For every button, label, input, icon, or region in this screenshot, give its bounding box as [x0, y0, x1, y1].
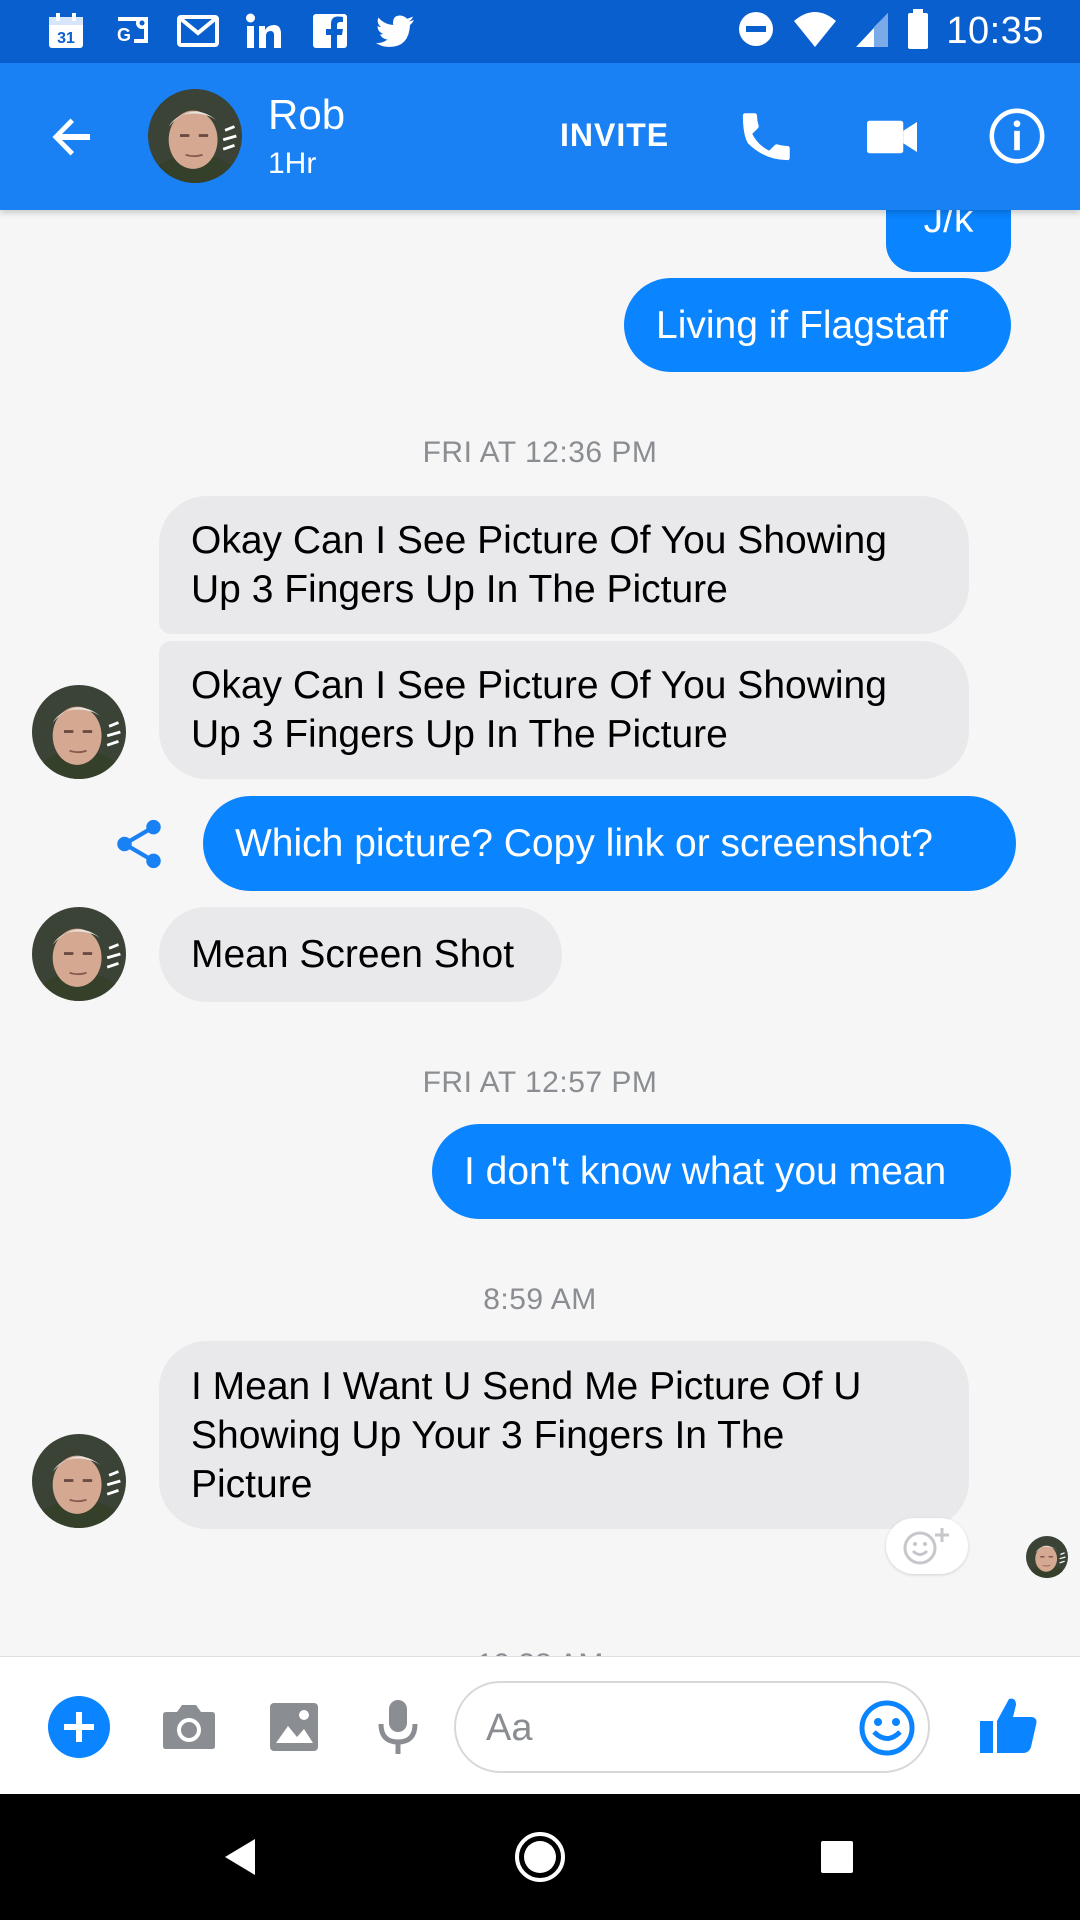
message-text: Showing Up Your 3 Fingers In The — [191, 1413, 785, 1457]
message-outgoing[interactable]: I don't know what you mean — [432, 1124, 1011, 1219]
conversation-header: Rob 1Hr INVITE — [0, 63, 1080, 210]
message-input[interactable] — [486, 1703, 826, 1753]
message-input-container[interactable] — [454, 1681, 930, 1773]
message-outgoing[interactable]: Living if Flagstaff — [624, 278, 1011, 372]
message-composer — [0, 1656, 1080, 1794]
message-text: I don't know what you mean — [464, 1150, 947, 1193]
message-text: Up 3 Fingers Up In The Picture — [191, 568, 728, 611]
cell-signal-icon — [854, 9, 890, 54]
phone-icon[interactable] — [736, 107, 796, 167]
timestamp: 8:59 AM — [483, 1283, 597, 1316]
thumbs-up-icon[interactable] — [974, 1691, 1044, 1761]
sender-avatar[interactable] — [32, 685, 126, 779]
linkedin-icon — [242, 10, 286, 52]
message-incoming[interactable]: Okay Can I See Picture Of You Showing Up… — [159, 641, 969, 779]
info-icon[interactable] — [986, 105, 1048, 167]
battery-icon — [906, 8, 930, 55]
gallery-icon[interactable] — [262, 1695, 326, 1759]
contact-name[interactable]: Rob — [268, 91, 345, 139]
system-navigation-bar — [0, 1794, 1080, 1920]
message-incoming[interactable]: Okay Can I See Picture Of You Showing Up… — [159, 496, 969, 634]
message-incoming[interactable]: I Mean I Want U Send Me Picture Of U Sho… — [159, 1341, 969, 1529]
wifi-icon — [792, 9, 838, 54]
svg-text:31: 31 — [57, 30, 75, 47]
sender-avatar[interactable] — [32, 1434, 126, 1528]
back-arrow-icon[interactable] — [40, 105, 104, 169]
message-incoming[interactable]: Mean Screen Shot — [159, 907, 562, 1002]
message-text: Living if Flagstaff — [656, 303, 948, 347]
timestamp: FRI AT 12:57 PM — [422, 1066, 658, 1099]
back-triangle-icon[interactable] — [208, 1824, 274, 1890]
twitter-icon — [374, 10, 418, 52]
read-receipt-avatar — [1026, 1536, 1068, 1578]
emoji-icon[interactable] — [858, 1699, 916, 1757]
plus-icon[interactable] — [47, 1695, 111, 1759]
sender-avatar[interactable] — [32, 907, 126, 1001]
do-not-disturb-icon — [736, 9, 776, 54]
message-text: Picture — [191, 1462, 313, 1506]
contact-active-status: 1Hr — [268, 147, 317, 180]
svg-text:G: G — [117, 25, 131, 45]
status-time: 10:35 — [946, 10, 1044, 52]
contact-avatar[interactable] — [148, 89, 242, 183]
message-outgoing[interactable]: Which picture? Copy link or screenshot? — [203, 796, 1016, 891]
message-text: Mean Screen Shot — [191, 933, 515, 976]
microphone-icon[interactable] — [366, 1695, 430, 1759]
add-reaction-button[interactable] — [886, 1518, 968, 1574]
message-text: Which picture? Copy link or screenshot? — [235, 822, 933, 865]
maps-icon: G — [110, 10, 154, 52]
message-text: I Mean I Want U Send Me Picture Of U — [191, 1364, 862, 1408]
video-camera-icon[interactable] — [862, 107, 922, 167]
invite-button[interactable]: INVITE — [560, 117, 669, 154]
message-text: Okay Can I See Picture Of You Showing — [191, 664, 887, 707]
home-circle-icon[interactable] — [507, 1824, 573, 1890]
recents-square-icon[interactable] — [804, 1824, 870, 1890]
status-bar: 31 G 10:35 — [0, 0, 1080, 63]
calendar-icon: 31 — [44, 10, 88, 52]
message-text: Okay Can I See Picture Of You Showing — [191, 519, 887, 562]
message-text: Up 3 Fingers Up In The Picture — [191, 713, 728, 756]
camera-icon[interactable] — [157, 1695, 221, 1759]
add-reaction-icon — [903, 1528, 949, 1565]
gmail-icon — [176, 10, 220, 52]
facebook-icon — [308, 10, 352, 52]
share-icon[interactable] — [110, 815, 168, 873]
timestamp: FRI AT 12:36 PM — [422, 436, 658, 469]
